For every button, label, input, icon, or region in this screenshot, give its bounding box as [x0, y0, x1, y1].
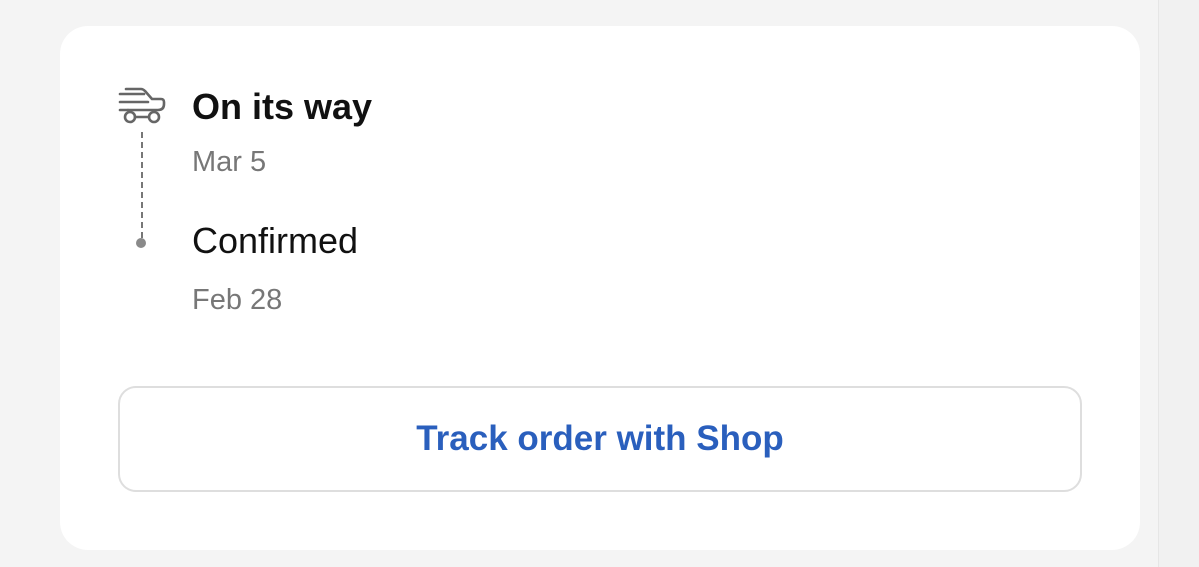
status-dot-icon	[136, 238, 146, 248]
event-title-on-its-way: On its way	[192, 86, 373, 127]
event-date-feb-28: Feb 28	[192, 284, 283, 316]
order-status-card: On its way Mar 5 Confirmed Feb 28 Track …	[60, 26, 1140, 550]
delivery-truck-icon	[116, 84, 170, 130]
event-date-mar-5: Mar 5	[192, 146, 267, 178]
event-title-confirmed: Confirmed	[192, 220, 359, 261]
track-order-button[interactable]: Track order with Shop	[118, 386, 1082, 492]
order-status-page: On its way Mar 5 Confirmed Feb 28 Track …	[0, 0, 1199, 567]
track-order-button-label: Track order with Shop	[416, 419, 784, 458]
vertical-scrollbar[interactable]	[1158, 0, 1199, 567]
timeline-connector	[141, 132, 143, 238]
